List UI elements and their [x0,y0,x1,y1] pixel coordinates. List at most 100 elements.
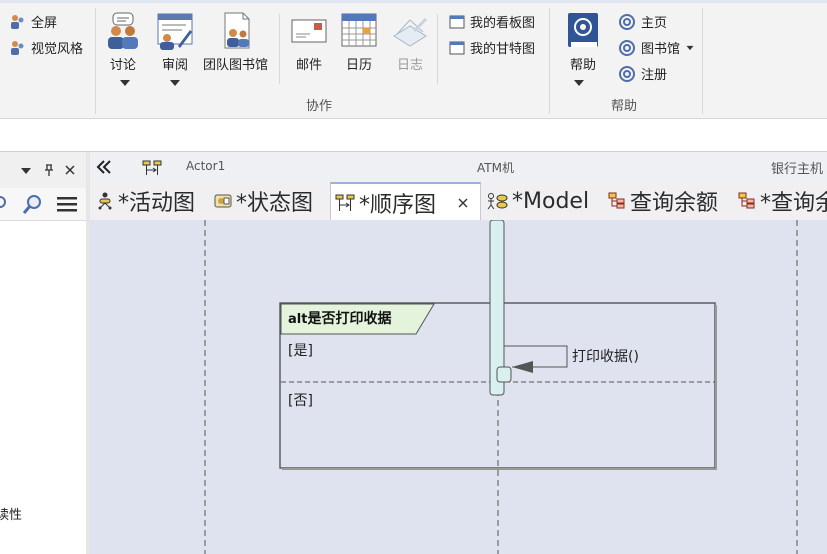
tab-label: *Model [512,188,590,214]
fragment-condition-title: 是否打印收据 [307,311,392,327]
left-panel-header [0,152,86,189]
fullscreen-button[interactable]: 全屏 [8,12,57,31]
my-gantt-label: 我的甘特图 [470,42,536,57]
ribbon-separator [702,8,703,114]
register-button[interactable]: 注册 [618,64,667,83]
self-message-line[interactable] [504,345,568,368]
lifeline-header-strip: Actor1 ATM机 银行主机 [90,152,827,183]
library-icon [619,39,635,56]
fragment-title: alt是否打印收据 [288,308,391,328]
discuss-icon [108,12,138,49]
tab-model[interactable]: *Model [486,182,589,220]
discuss-dropdown-arrow[interactable] [120,80,130,86]
sequence-diagram-icon [142,160,162,175]
self-message-activation[interactable] [496,366,512,383]
sequence-diagram [204,220,798,554]
pin-icon[interactable] [42,163,56,177]
visual-style-button[interactable]: 视觉风格 [8,38,83,57]
fullscreen-icon [11,14,24,29]
journal-label: 日志 [396,58,423,73]
help-book-icon [568,13,598,47]
ribbon: 全屏 视觉风格 讨论 审阅 团队图书馆 邮件 日历 日志 我的看板图 我的甘特图… [0,0,827,119]
review-icon [157,13,193,50]
tab-query-balance-2[interactable]: *查询余 [738,182,827,220]
tab-label: *顺序图 [359,193,437,218]
lifeline-header-atm: ATM机 [477,161,514,175]
help-label: 帮助 [569,58,596,73]
review-label: 审阅 [161,58,188,73]
home-button[interactable]: 主页 [618,12,667,31]
home-icon [619,13,635,30]
state-diagram-icon [214,194,232,208]
tab-activity-diagram[interactable]: *活动图 [96,182,195,220]
register-icon [619,65,635,82]
team-library-button[interactable]: 团队图书馆 [203,12,268,73]
home-label: 主页 [641,16,668,31]
guard-no: [否] [288,393,313,409]
close-icon[interactable] [64,164,76,176]
tab-label: *状态图 [236,191,314,216]
kanban-icon [449,15,465,28]
library-label: 图书馆 [641,42,681,57]
journal-icon [393,18,427,47]
ribbon-separator [95,8,96,114]
message-label[interactable]: 打印收据() [572,346,639,366]
review-dropdown-arrow[interactable] [170,80,180,86]
help-group-label: 帮助 [611,99,638,114]
collapse-double-chevron-icon[interactable] [96,159,112,175]
my-gantt-button[interactable]: 我的甘特图 [449,38,535,57]
review-button[interactable]: 审阅 [156,12,194,73]
message-arrowhead [512,361,533,373]
use-case-diagram-icon [487,193,508,210]
sequence-diagram-icon [335,194,355,211]
fragment-operator: alt [288,312,308,327]
panel-menu-arrow[interactable] [21,168,31,174]
my-kanban-label: 我的看板图 [470,16,536,31]
ribbon-separator [549,8,550,114]
fullscreen-label: 全屏 [31,16,58,31]
visual-style-icon [11,40,24,55]
mail-icon [291,19,327,43]
discuss-button[interactable]: 讨论 [104,12,142,73]
help-button[interactable]: 帮助 [564,12,602,73]
calendar-button[interactable]: 日历 [340,12,378,73]
ribbon-top-border [0,0,827,3]
ribbon-separator [279,14,280,84]
blank-toolbar-strip [0,119,827,152]
class-diagram-icon [608,192,625,209]
visual-style-label: 视觉风格 [31,42,84,57]
mail-button[interactable]: 邮件 [290,12,328,73]
left-panel-toolbar [0,188,86,221]
tab-sequence-diagram[interactable]: *顺序图 [330,182,482,222]
tab-query-balance[interactable]: 查询余额 [608,182,718,220]
left-panel-partial-text: 读性 [0,508,23,523]
lifeline-header-actor: Actor1 [186,159,226,173]
my-kanban-button[interactable]: 我的看板图 [449,12,535,31]
guard-yes: [是] [288,343,313,359]
calendar-label: 日历 [345,58,372,73]
gantt-icon [449,41,465,54]
activity-diagram-icon [98,192,112,210]
register-label: 注册 [641,68,668,83]
lifeline-header-bank: 银行主机 [771,162,824,177]
team-library-label: 团队图书馆 [203,58,269,73]
mail-label: 邮件 [295,58,322,73]
library-dropdown-arrow[interactable] [686,45,694,50]
journal-button[interactable]: 日志 [391,12,429,73]
left-panel: 读性 [0,152,87,554]
diagram-canvas[interactable]: alt是否打印收据 [是] [否] 打印收据() [90,220,827,554]
tab-state-diagram[interactable]: *状态图 [214,182,313,220]
tab-close-icon[interactable] [456,196,470,210]
class-diagram-icon [738,192,755,209]
collab-group-label: 协作 [306,99,333,114]
hamburger-menu-icon[interactable] [56,196,78,212]
team-library-icon [224,12,249,49]
help-dropdown-arrow[interactable] [574,80,584,86]
diagram-tab-strip: *活动图 *状态图 *顺序图 *Model 查询余额 *查询余 [90,182,827,222]
tab-label: *活动图 [118,191,196,216]
search-field-edge-icon[interactable] [0,194,12,214]
discuss-label: 讨论 [109,58,136,73]
ribbon-separator [437,14,438,84]
search-icon[interactable] [22,193,44,215]
library-button[interactable]: 图书馆 [618,38,695,57]
